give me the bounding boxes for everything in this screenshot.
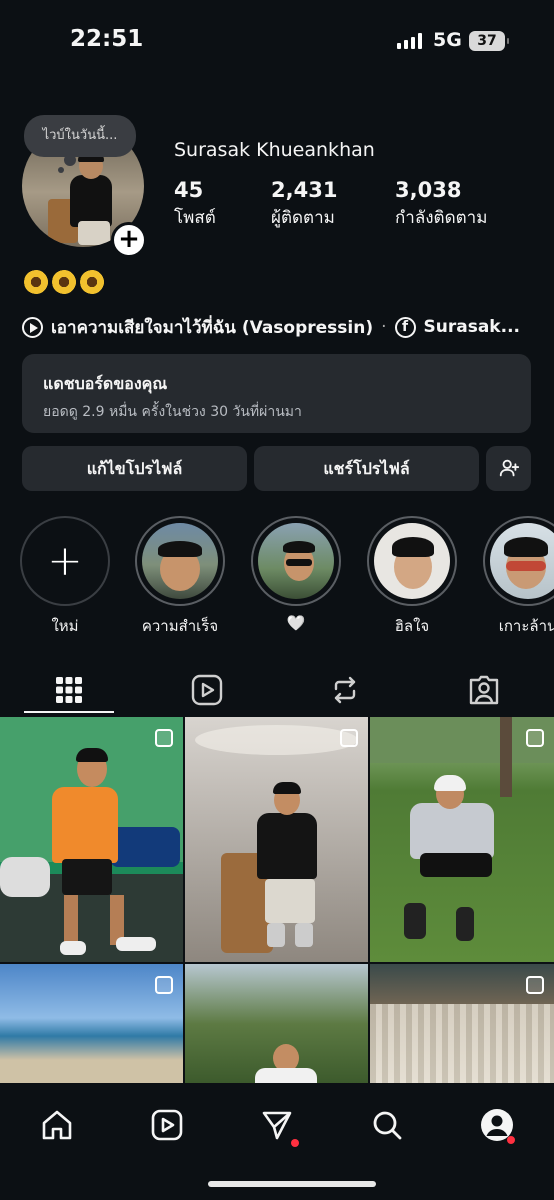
highlight-label: ใหม่ [51,617,79,635]
carousel-icon [526,976,544,994]
carousel-icon [340,729,358,747]
highlight-label: 🤍 [286,614,306,632]
reels-icon [151,1109,183,1141]
post-thumbnail[interactable] [370,717,554,962]
nav-home[interactable] [29,1097,85,1153]
stat-label: กำลังติดตาม [395,208,488,228]
profile-links-row: เอาความเสียใจมาไว้ที่ฉัน (Vasopressin) ·… [22,314,554,340]
note-bubble[interactable]: ไวบ์ในวันนี้... [24,115,136,173]
dashboard-subtitle: ยอดดู 2.9 หมื่น ครั้งในช่วง 30 วันที่ผ่า… [43,404,302,420]
reels-icon [191,674,223,706]
music-link[interactable]: เอาความเสียใจมาไว้ที่ฉัน (Vasopressin) [51,314,373,340]
music-play-icon[interactable] [22,316,43,338]
dashboard-title: แดชบอร์ดของคุณ [43,374,168,393]
edit-profile-button[interactable]: แก้ไขโปรไฟล์ [22,446,247,491]
bio-emoji [24,270,104,294]
notification-dot [291,1139,299,1147]
stat-following[interactable]: 3,038 กำลังติดตาม [395,178,487,231]
notification-dot [507,1136,515,1144]
highlight-item[interactable]: 🤍 [250,516,342,632]
add-person-icon [499,459,519,477]
post-thumbnail[interactable] [0,717,183,962]
reposts-icon [334,676,356,704]
network-type: 5G [433,29,462,51]
share-profile-button[interactable]: แชร์โปรไฟล์ [254,446,479,491]
nav-direct[interactable] [249,1097,305,1153]
profile-tabs [0,664,554,716]
stat-followers[interactable]: 2,431 ผู้ติดตาม [271,178,337,231]
post-thumbnail[interactable] [185,717,368,962]
send-icon [262,1111,292,1140]
battery-icon: 37 [469,31,509,51]
carousel-icon [526,729,544,747]
stat-value: 3,038 [395,178,462,202]
status-time: 22:51 [70,26,144,52]
discover-people-button[interactable] [486,446,531,491]
facebook-icon[interactable]: f [394,316,416,338]
stat-value: 45 [174,178,204,202]
sunflower-icon [24,270,48,294]
post-thumbnail[interactable] [370,964,554,1083]
note-text: ไวบ์ในวันนี้... [42,128,118,143]
highlight-label: เกาะล้าน [498,617,554,635]
plus-icon: + [47,536,83,585]
carousel-icon [155,976,173,994]
stat-posts[interactable]: 45 โพสต์ [174,178,216,231]
home-indicator [208,1181,376,1187]
nav-profile[interactable] [469,1097,525,1153]
tab-grid[interactable] [23,664,115,716]
highlight-item[interactable]: ความสำเร็จ [134,516,226,638]
sunflower-icon [52,270,76,294]
active-tab-indicator [24,711,114,713]
home-icon [42,1110,72,1140]
tab-reels[interactable] [161,664,253,716]
carousel-icon [155,729,173,747]
highlight-label: ความสำเร็จ [141,617,219,635]
nav-reels[interactable] [139,1097,195,1153]
tab-reposts[interactable] [299,664,391,716]
search-icon [373,1111,402,1140]
professional-dashboard[interactable]: แดชบอร์ดของคุณ ยอดดู 2.9 หมื่น ครั้งในช่… [22,354,531,433]
highlight-item[interactable]: เกาะล้าน [482,516,554,638]
highlight-item[interactable]: ฮิลใจ [366,516,458,638]
tab-tagged[interactable] [438,664,530,716]
separator: · [381,317,387,337]
status-bar: 22:51 5G 37 [0,0,554,84]
highlight-new[interactable]: + ใหม่ [19,516,111,638]
stat-label: ผู้ติดตาม [271,208,335,228]
add-story-plus-icon[interactable]: + [111,222,147,258]
post-thumbnail[interactable] [0,964,183,1083]
cell-signal-icon [397,33,422,49]
posts-grid [0,717,554,1083]
grid-icon [56,677,82,703]
stat-label: โพสต์ [174,208,216,228]
post-thumbnail[interactable] [185,964,368,1083]
nav-search[interactable] [359,1097,415,1153]
tagged-icon [469,675,499,705]
highlight-label: ฮิลใจ [394,617,430,635]
stat-value: 2,431 [271,178,338,202]
sunflower-icon [80,270,104,294]
facebook-link[interactable]: Surasak... [424,317,520,337]
profile-username: Surasak Khueankhan [174,139,375,161]
